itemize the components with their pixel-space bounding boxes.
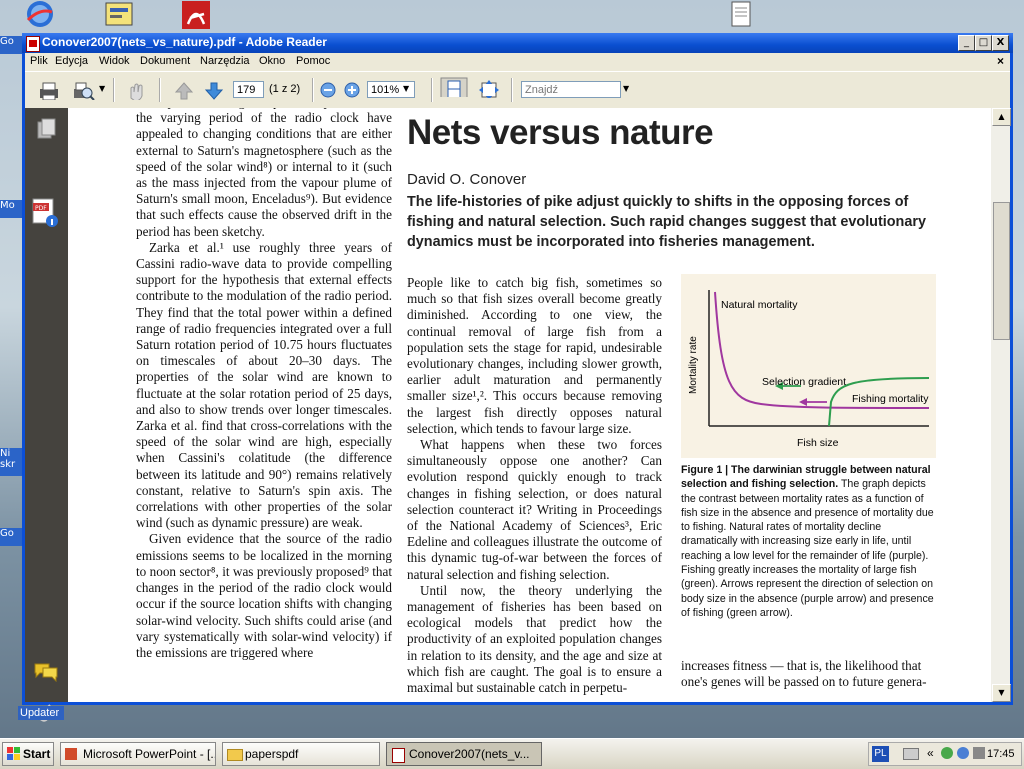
menu-dokument[interactable]: Dokument (140, 55, 190, 67)
task-label: Conover2007(nets_v... (409, 747, 530, 761)
windows-logo-icon (7, 747, 20, 760)
chevron-down-icon[interactable]: ▼ (99, 84, 105, 104)
article-standfirst: The life-histories of pike adjust quickl… (407, 194, 926, 250)
pdf-icon (392, 748, 405, 763)
fit-page-icon[interactable] (440, 77, 468, 97)
fishing-mortality-label: Fishing mortality (852, 393, 929, 405)
folder-icon (227, 749, 243, 761)
zoom-in-icon[interactable] (343, 81, 361, 101)
purple-arrowhead (799, 398, 807, 406)
taskbar: Start Microsoft PowerPoint - [... papers… (0, 738, 1024, 769)
article-author: David O. Conover (407, 171, 527, 188)
window-title: Conover2007(nets_vs_nature).pdf - Adobe … (42, 35, 327, 49)
previous-page-icon[interactable] (173, 80, 195, 100)
clock: 17:45 (987, 748, 1015, 760)
adobe-reader-window: Conover2007(nets_vs_nature).pdf - Adobe … (22, 33, 1013, 722)
task-paperspdf[interactable]: paperspdf (222, 742, 380, 766)
pdf-page: atmosphere and magnetosphere. Explanatio… (68, 108, 991, 702)
y-axis-label: Mortality rate (688, 336, 699, 394)
powerpoint-icon (65, 748, 77, 760)
scroll-down-button[interactable]: ▼ (992, 684, 1011, 702)
pdf-icon (26, 36, 40, 52)
security-icon[interactable] (957, 747, 969, 759)
program-icon[interactable] (102, 0, 138, 30)
page-number-input[interactable]: 179 (233, 81, 264, 98)
paragraph: Given evidence that the source of the ra… (136, 531, 392, 660)
close-button[interactable]: X (992, 35, 1009, 51)
text-column-middle: People like to catch big fish, sometimes… (407, 275, 662, 696)
desktop-label[interactable]: Go (0, 36, 22, 54)
menu-bar: Plik Edycja Widok Dokument Narzędzia Okn… (25, 53, 1010, 71)
menu-edycja[interactable]: Edycja (55, 55, 88, 67)
minimize-button[interactable]: _ (958, 35, 975, 51)
scroll-thumb[interactable] (993, 202, 1010, 340)
maximize-button[interactable]: □ (975, 35, 992, 51)
document-icon[interactable] (726, 0, 762, 30)
menu-widok[interactable]: Widok (99, 55, 130, 67)
search-input[interactable]: Znajdź (521, 81, 621, 98)
task-label: Microsoft PowerPoint - [... (83, 747, 216, 761)
expand-tray-icon[interactable]: « (927, 746, 934, 760)
paragraph: People like to catch big fish, sometimes… (407, 275, 662, 436)
acrobat-reader-icon[interactable] (180, 0, 216, 30)
figure-caption: Figure 1 | The darwinian struggle betwee… (681, 463, 936, 620)
google-earth-icon[interactable] (22, 0, 58, 30)
start-label: Start (23, 747, 51, 761)
page-count: (1 z 2) (269, 83, 301, 95)
toolbar: ▼ 179 (1 z 2) 101% ▼ Znajdź ▼ (25, 71, 1010, 109)
caption-body: The graph depicts the contrast between m… (681, 478, 934, 619)
desktop-label[interactable]: Ni skr (0, 448, 22, 476)
title-bar[interactable]: Conover2007(nets_vs_nature).pdf - Adobe … (22, 33, 1013, 53)
pages-icon[interactable] (34, 117, 58, 141)
keyboard-icon[interactable] (903, 748, 919, 760)
task-powerpoint[interactable]: Microsoft PowerPoint - [... (60, 742, 216, 766)
menu-pomoc[interactable]: Pomoc (296, 55, 330, 67)
fit-width-icon[interactable] (477, 78, 501, 98)
menu-plik[interactable]: Plik (30, 55, 48, 67)
zoom-out-icon[interactable] (319, 81, 337, 101)
chevron-down-icon[interactable]: ▼ (623, 84, 629, 104)
task-adobe-reader[interactable]: Conover2007(nets_v... (386, 742, 542, 766)
paragraph: What happens when these two forces simul… (407, 437, 662, 582)
article-headline: Nets versus nature (407, 113, 714, 152)
vertical-scrollbar[interactable]: ▲ ▼ (991, 108, 1011, 702)
language-indicator[interactable]: PL (872, 746, 889, 762)
svg-text:PDF: PDF (35, 205, 47, 212)
print-preview-icon[interactable] (71, 80, 95, 100)
hand-tool-icon[interactable] (125, 80, 149, 100)
chevron-down-icon[interactable]: ▼ (403, 84, 409, 104)
start-button[interactable]: Start (2, 742, 54, 766)
paragraph: Zarka et al.¹ use roughly three years of… (136, 239, 392, 531)
menu-narzedzia[interactable]: Narzędzia (200, 55, 250, 67)
task-label: paperspdf (245, 747, 299, 761)
navigation-sidebar: PDF (25, 108, 68, 722)
system-tray: PL « 17:45 (868, 742, 1022, 766)
volume-icon[interactable] (973, 747, 985, 759)
network-icon[interactable] (941, 747, 953, 759)
x-axis-label: Fish size (797, 437, 839, 449)
close-document-button[interactable]: × (997, 54, 1004, 68)
paragraph: Until now, the theory underlying the man… (407, 582, 662, 696)
desktop-label[interactable]: Mo (0, 200, 22, 218)
document-properties-icon[interactable]: PDF (31, 198, 61, 230)
text-column-right: increases fitness — that is, the likelih… (681, 658, 927, 690)
next-page-icon[interactable] (203, 80, 225, 100)
comments-icon[interactable] (33, 660, 59, 682)
natural-mortality-label: Natural mortality (721, 299, 798, 311)
menu-okno[interactable]: Okno (259, 55, 285, 67)
selection-gradient-label: Selection gradient (762, 376, 846, 388)
text-column-left: atmosphere and magnetosphere. Explanatio… (136, 108, 392, 661)
scroll-up-button[interactable]: ▲ (992, 108, 1011, 126)
paragraph: atmosphere and magnetosphere. Explanatio… (136, 108, 392, 239)
mortality-diagram: Natural mortality Selection gradient Fis… (688, 290, 929, 449)
figure-1: Natural mortality Selection gradient Fis… (681, 274, 936, 458)
document-view[interactable]: atmosphere and magnetosphere. Explanatio… (68, 108, 991, 702)
updater-label[interactable]: Updater (18, 706, 64, 720)
print-icon[interactable] (37, 80, 61, 100)
desktop-label[interactable]: Go (0, 528, 22, 546)
